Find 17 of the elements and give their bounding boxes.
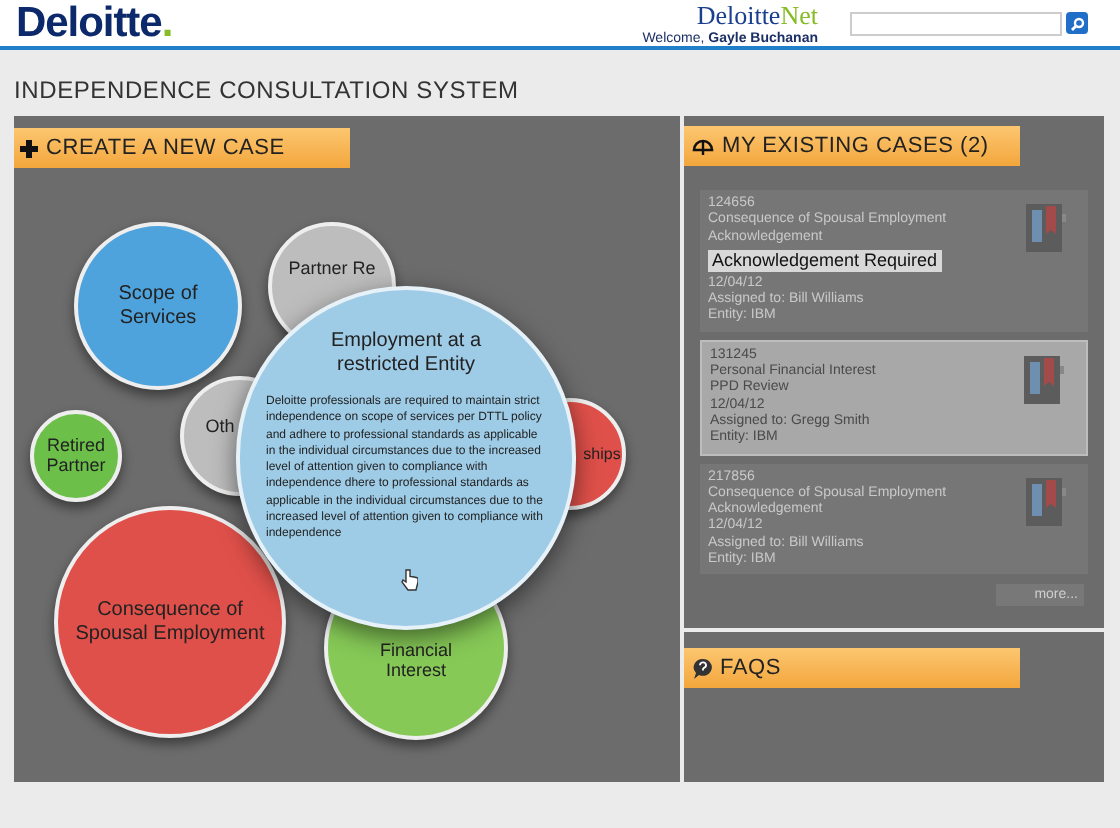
bubble-title: Employment at a restricted Entity [328, 330, 484, 378]
bubble-label: Partner Re [286, 258, 378, 279]
bubble-label: Oth [203, 416, 237, 437]
panel-heading: MY EXISTING CASES (2) [722, 131, 989, 162]
status-label: Acknowledgement Required [708, 249, 942, 272]
bubble-label: Financial Interest [377, 640, 455, 682]
panel-heading: FAQS [720, 653, 781, 684]
page-title: INDEPENDENCE CONSULTATION SYSTEM [14, 78, 521, 102]
bubble-label: ships [582, 444, 622, 464]
portal-logo-suffix: Net [780, 1, 818, 27]
bubble-label: Scope of Services [116, 283, 200, 329]
panel-heading: CREATE A NEW CASE [46, 133, 285, 164]
logo-dot: . [161, 2, 174, 44]
bubble-label: Consequence of Spousal Employment [73, 599, 267, 645]
logo: Deloitte [16, 2, 162, 44]
bubble-label: Retired Partner [44, 435, 108, 477]
portal-logo: Deloitte [696, 1, 781, 27]
